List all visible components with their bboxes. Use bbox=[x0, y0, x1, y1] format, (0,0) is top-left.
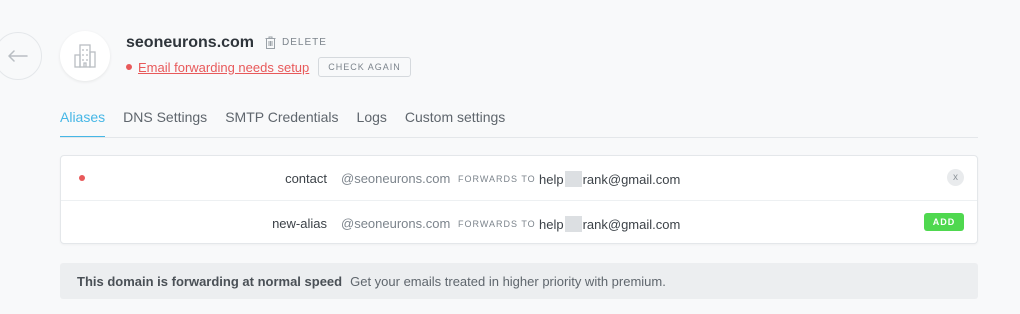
forward-target: help rank@gmail.com bbox=[539, 171, 680, 187]
alias-list: contact @seoneurons.com FORWARDS TO help… bbox=[60, 155, 978, 244]
domain-avatar bbox=[60, 31, 110, 81]
alias-domain: @seoneurons.com bbox=[341, 171, 451, 186]
speed-notice: This domain is forwarding at normal spee… bbox=[60, 263, 978, 299]
status-dot bbox=[126, 64, 132, 70]
new-alias-input[interactable]: new-alias bbox=[272, 216, 327, 231]
alias-status-dot bbox=[79, 175, 85, 181]
arrow-left-icon bbox=[8, 50, 28, 62]
notice-text: Get your emails treated in higher priori… bbox=[350, 273, 666, 289]
forward-target-prefix: help bbox=[539, 217, 564, 232]
tab-smtp-credentials[interactable]: SMTP Credentials bbox=[225, 109, 338, 136]
tab-logs[interactable]: Logs bbox=[357, 109, 387, 136]
trash-icon bbox=[265, 36, 276, 49]
redaction-block bbox=[564, 216, 582, 232]
notice-title: This domain is forwarding at normal spee… bbox=[77, 273, 343, 289]
forward-target-suffix: rank@gmail.com bbox=[582, 172, 681, 187]
back-button[interactable] bbox=[0, 32, 42, 80]
delete-label: DELETE bbox=[282, 37, 327, 48]
forwards-to-label: FORWARDS TO bbox=[458, 219, 536, 229]
alias-domain: @seoneurons.com bbox=[341, 216, 451, 231]
redaction-block bbox=[564, 171, 582, 187]
tab-dns-settings[interactable]: DNS Settings bbox=[123, 109, 207, 136]
add-alias-button[interactable]: ADD bbox=[924, 213, 964, 231]
remove-alias-button[interactable]: x bbox=[947, 169, 964, 186]
tab-aliases[interactable]: Aliases bbox=[60, 109, 106, 137]
forward-target-prefix: help bbox=[539, 172, 564, 187]
alias-row: new-alias @seoneurons.com FORWARDS TO he… bbox=[61, 200, 977, 245]
tab-custom-settings[interactable]: Custom settings bbox=[405, 109, 505, 136]
building-icon bbox=[74, 44, 96, 68]
forwards-to-label: FORWARDS TO bbox=[458, 174, 536, 184]
delete-domain-button[interactable]: DELETE bbox=[265, 36, 327, 49]
domain-title: seoneurons.com bbox=[126, 34, 255, 51]
setup-status-link[interactable]: Email forwarding needs setup bbox=[138, 60, 309, 75]
alias-name: contact bbox=[285, 171, 327, 186]
setup-status: Email forwarding needs setup CHECK AGAIN bbox=[126, 57, 411, 77]
check-again-button[interactable]: CHECK AGAIN bbox=[318, 57, 411, 77]
tab-bar: Aliases DNS Settings SMTP Credentials Lo… bbox=[60, 109, 978, 138]
alias-row: contact @seoneurons.com FORWARDS TO help… bbox=[61, 156, 977, 200]
forward-target-input[interactable]: help rank@gmail.com bbox=[539, 216, 680, 232]
forward-target-suffix: rank@gmail.com bbox=[582, 217, 681, 232]
